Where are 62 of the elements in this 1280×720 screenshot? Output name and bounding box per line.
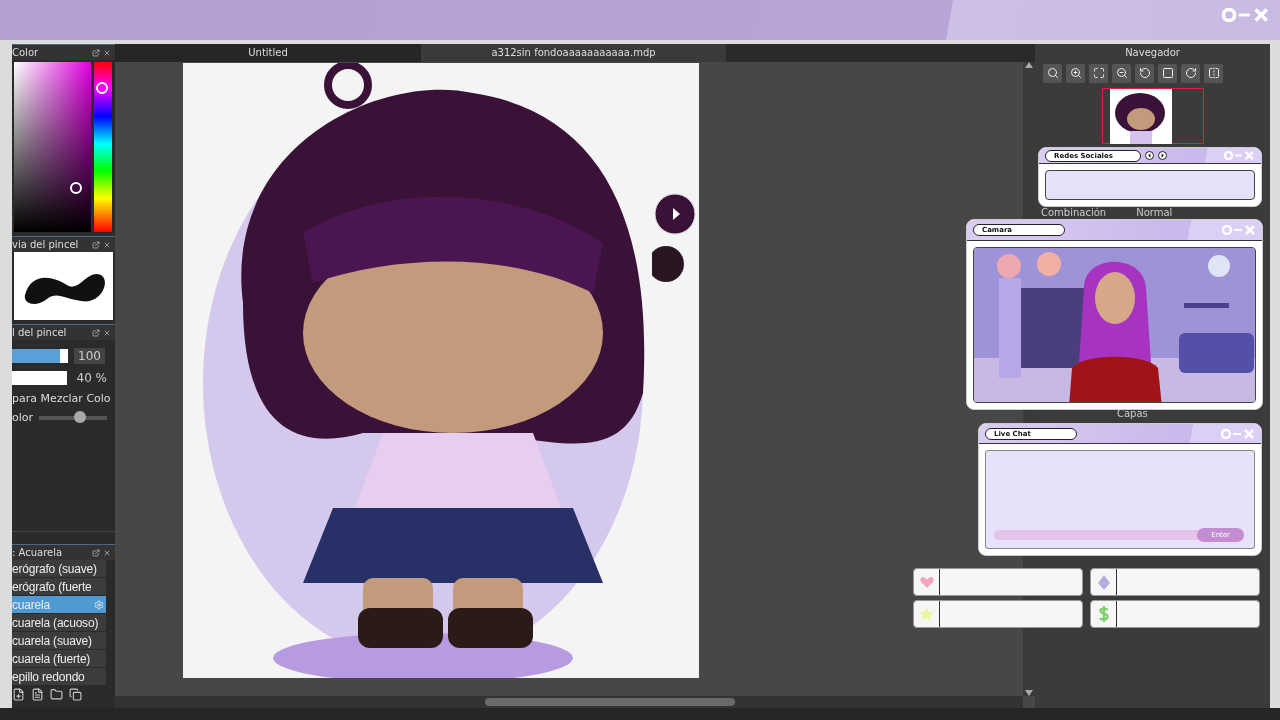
blend-value: Normal: [1136, 207, 1173, 218]
brush-item[interactable]: erógrafo (fuerte: [12, 578, 106, 596]
horizontal-scrollbar[interactable]: [115, 696, 1023, 708]
square-icon: [1161, 67, 1174, 79]
scroll-down-icon[interactable]: [1025, 690, 1033, 696]
heart-icon: [919, 575, 934, 589]
brush-item[interactable]: epillo redondo: [12, 668, 106, 686]
dollar-icon: [1098, 606, 1109, 622]
close-icon[interactable]: [103, 48, 111, 57]
expand-icon: [1092, 67, 1105, 79]
close-icon[interactable]: [103, 240, 111, 249]
reset-view-button[interactable]: [1158, 63, 1177, 83]
brush-item[interactable]: cuarela (fuerte): [12, 650, 106, 668]
panel-title: l del pincel: [12, 327, 67, 338]
slider-thumb[interactable]: [73, 410, 86, 423]
brush-item[interactable]: erógrafo (suave): [12, 560, 106, 578]
rotate-right-icon: [1184, 67, 1197, 79]
document-tab[interactable]: a312sin fondoaaaaaaaaaaa.mdp: [421, 44, 726, 62]
zoom-out-icon: [1115, 67, 1128, 79]
copy-icon[interactable]: [69, 688, 82, 701]
opacity-value: 40 %: [75, 370, 108, 386]
zoom-in-button[interactable]: [1066, 63, 1085, 83]
zoom-out-button[interactable]: [1112, 63, 1131, 83]
document-icon[interactable]: [31, 688, 44, 701]
rotate-left-button[interactable]: [1135, 63, 1154, 83]
color-field[interactable]: [14, 62, 91, 232]
zoom-actual-button[interactable]: [1043, 63, 1062, 83]
rotate-right-button[interactable]: [1181, 63, 1200, 83]
panel-title: Color: [12, 47, 39, 58]
hue-cursor[interactable]: [96, 82, 108, 94]
panel-title: via del pincel: [12, 239, 79, 250]
document-tab[interactable]: Untitled: [115, 44, 421, 62]
brush-item[interactable]: cuarela (acuoso): [12, 614, 106, 632]
next-icon[interactable]: [1158, 151, 1167, 160]
zoom-in-icon: [1069, 67, 1082, 79]
popout-icon[interactable]: [92, 48, 100, 57]
search-icon: [1046, 67, 1059, 79]
folder-icon[interactable]: [50, 688, 63, 701]
diamond-icon: [1097, 574, 1110, 590]
flip-icon: [1207, 67, 1220, 79]
close-icon[interactable]: [103, 548, 111, 557]
flip-button[interactable]: [1204, 63, 1223, 83]
mix-label: para Mezclar Colo: [12, 392, 111, 405]
opacity-slider[interactable]: [12, 371, 67, 385]
size-value: 100: [74, 348, 105, 364]
close-icon[interactable]: [103, 328, 111, 337]
new-file-icon[interactable]: [12, 688, 25, 701]
color-cursor[interactable]: [70, 182, 82, 194]
star-icon: [919, 606, 934, 622]
panel-title: : Acuarela: [12, 547, 63, 558]
blend-label: Combinación: [1041, 207, 1107, 218]
popout-icon[interactable]: [92, 548, 100, 557]
popout-icon[interactable]: [92, 240, 100, 249]
brush-item[interactable]: cuarela (suave): [12, 632, 106, 650]
slider-label: olor: [12, 411, 34, 424]
panel-title: Navegador: [1124, 46, 1181, 60]
view-frame[interactable]: [1101, 88, 1204, 144]
previous-icon[interactable]: [1145, 151, 1154, 160]
rotate-left-icon: [1138, 67, 1151, 79]
hue-bar[interactable]: [94, 62, 112, 232]
popout-icon[interactable]: [92, 328, 100, 337]
fit-button[interactable]: [1089, 63, 1108, 83]
